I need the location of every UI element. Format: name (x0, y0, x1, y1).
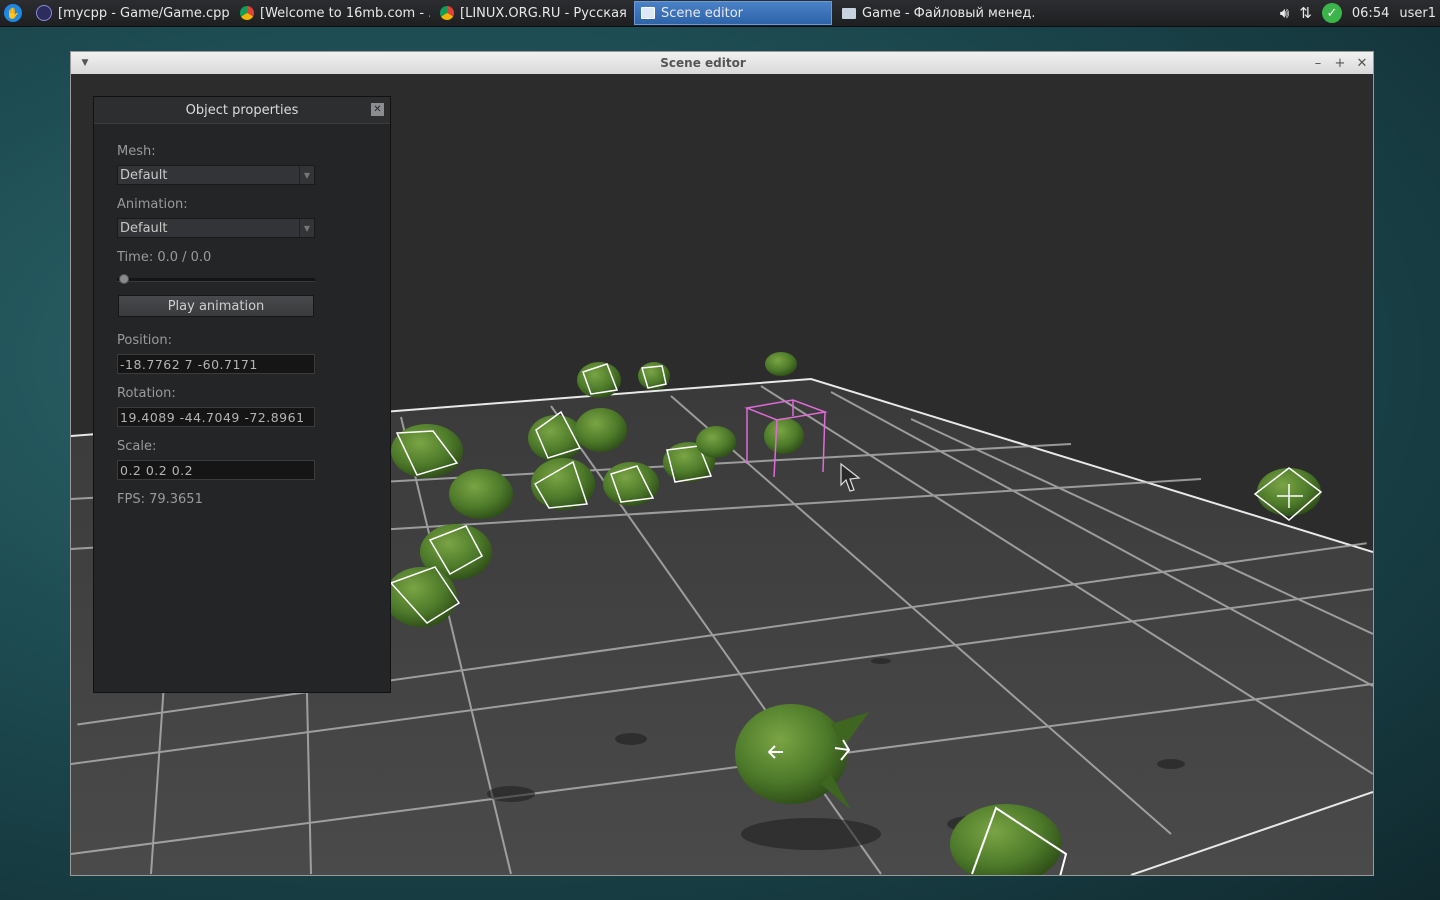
position-label: Position: (117, 333, 172, 348)
window-menu-icon[interactable]: ▼ (71, 58, 99, 68)
window-title: Scene editor (660, 56, 746, 70)
eclipse-icon (36, 5, 52, 21)
time-slider-track (117, 278, 315, 282)
time-label: Time: 0.0 / 0.0 (117, 250, 212, 265)
time-slider-handle[interactable] (119, 274, 129, 284)
maximize-icon[interactable]: + (1329, 56, 1351, 71)
panel-header[interactable]: Object properties ✕ (94, 97, 390, 124)
panel-body: Mesh: Default ▼ Animation: Default ▼ Tim… (94, 124, 390, 507)
minimize-icon[interactable]: – (1307, 56, 1329, 71)
scale-field[interactable]: 0.2 0.2 0.2 (117, 460, 315, 480)
system-tray: 🔊︎ ⇅ ✓ 06:54 user1 (1280, 3, 1440, 23)
panel-title: Object properties (185, 102, 299, 118)
clock[interactable]: 06:54 (1352, 6, 1389, 21)
scale-label: Scale: (117, 439, 157, 454)
3d-viewport[interactable]: Object properties ✕ Mesh: Default ▼ Anim… (71, 74, 1373, 875)
xfce-mouse-icon: ✋ (4, 4, 22, 22)
start-menu-button[interactable]: ✋ (0, 0, 26, 26)
task-file-manager[interactable]: Game - Файловый менед... (836, 1, 1034, 25)
mesh-select-value: Default (120, 167, 168, 183)
taskbar: ✋ [mycpp - Game/Game.cpp ... [Welcome to… (0, 0, 1440, 27)
close-icon[interactable]: ✕ (1351, 56, 1373, 71)
panel-close-icon[interactable]: ✕ (371, 103, 384, 116)
chrome-icon (440, 6, 454, 20)
task-scene-editor[interactable]: Scene editor (634, 1, 832, 25)
rotation-label: Rotation: (117, 386, 176, 401)
position-field[interactable]: -18.7762 7 -60.7171 (117, 354, 315, 374)
volume-icon[interactable]: 🔊︎ (1280, 4, 1289, 22)
task-chrome-linuxorg[interactable]: [LINUX.ORG.RU - Русская ... (434, 1, 630, 25)
mesh-label: Mesh: (117, 144, 156, 159)
mesh-select[interactable]: Default ▼ (117, 165, 315, 185)
animation-select[interactable]: Default ▼ (117, 218, 315, 238)
folder-icon (842, 7, 856, 19)
username[interactable]: user1 (1399, 6, 1436, 21)
task-eclipse[interactable]: [mycpp - Game/Game.cpp ... (30, 1, 230, 25)
rotation-field[interactable]: 19.4089 -44.7049 -72.8961 (117, 407, 315, 427)
play-animation-button[interactable]: Play animation (118, 295, 314, 317)
updates-ok-icon[interactable]: ✓ (1321, 3, 1342, 23)
window-titlebar[interactable]: ▼ Scene editor – + ✕ (71, 52, 1373, 75)
chevron-down-icon: ▼ (299, 219, 314, 237)
object-properties-panel: Object properties ✕ Mesh: Default ▼ Anim… (93, 96, 391, 693)
fps-readout: FPS: 79.3651 (117, 492, 203, 507)
time-slider[interactable] (117, 273, 315, 285)
chrome-icon (240, 6, 254, 20)
task-chrome-16mb[interactable]: [Welcome to 16mb.com - ... (234, 1, 430, 25)
animation-select-value: Default (120, 220, 168, 236)
window-icon (641, 7, 655, 19)
animation-label: Animation: (117, 197, 188, 212)
chevron-down-icon: ▼ (299, 166, 314, 184)
network-icon[interactable]: ⇅ (1299, 4, 1312, 22)
scene-editor-window: ▼ Scene editor – + ✕ Object properties ✕… (70, 51, 1374, 876)
